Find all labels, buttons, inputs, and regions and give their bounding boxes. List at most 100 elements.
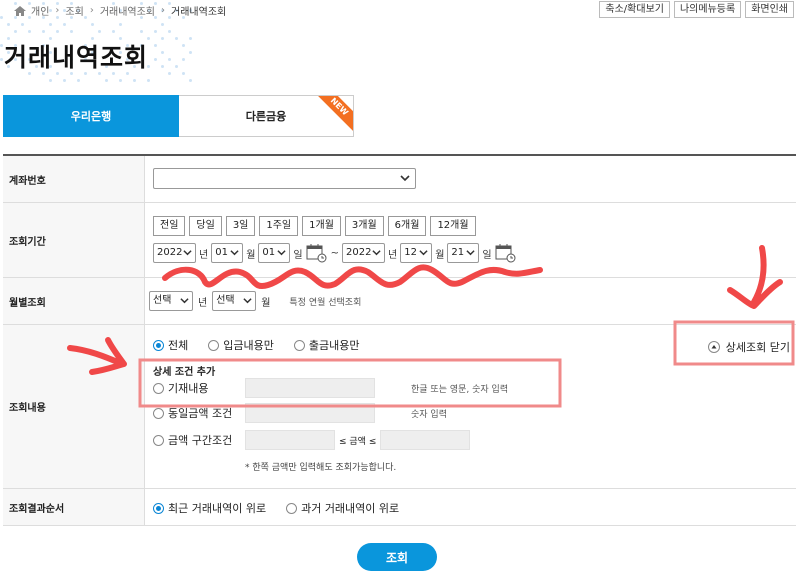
home-icon[interactable]: [14, 6, 26, 16]
chevron-down-icon: [372, 248, 381, 257]
decoration-dot: [168, 58, 171, 61]
account-row: 계좌번호: [3, 156, 796, 203]
radio-withdrawal-only[interactable]: 출금내용만: [294, 337, 360, 353]
decoration-dot: [161, 37, 164, 40]
from-day-select[interactable]: 01: [258, 243, 290, 263]
from-year-select[interactable]: 2022: [153, 243, 196, 263]
period-button-6months[interactable]: 6개월: [388, 216, 427, 236]
tab-other-finance[interactable]: 다른금융 NEW: [179, 95, 354, 137]
from-month-select[interactable]: 01: [211, 243, 243, 263]
month-unit: 월: [261, 294, 270, 309]
unit-day: 일: [482, 246, 491, 261]
radio-same-amount[interactable]: 동일금액 조건: [153, 405, 245, 421]
unit-month: 월: [435, 246, 444, 261]
radio-button[interactable]: [153, 383, 164, 394]
range-mid-label: ≤ 금액 ≤: [339, 434, 376, 447]
period-button-1month[interactable]: 1개월: [302, 216, 341, 236]
radio-button[interactable]: [208, 340, 219, 351]
order-radio-group: 최근 거래내역이 위로 과거 거래내역이 위로: [153, 500, 399, 516]
radio-button[interactable]: [153, 503, 164, 514]
decoration-dot: [0, 58, 3, 61]
same-amount-condition: 동일금액 조건 숫자 입력: [153, 403, 447, 423]
unit-day: 일: [293, 246, 302, 261]
top-utility-buttons: 축소/확대보기 나의메뉴등록 화면인쇄: [599, 1, 794, 18]
decoration-dot: [63, 79, 66, 82]
radio-all[interactable]: 전체: [153, 337, 188, 353]
decoration-dot: [77, 79, 80, 82]
period-button-1week[interactable]: 1주일: [259, 216, 298, 236]
chevron-down-icon: [230, 248, 239, 257]
range-note: * 한쪽 금액만 입력해도 조회가능합니다.: [245, 460, 396, 473]
range-min-input[interactable]: [245, 430, 335, 450]
month-select[interactable]: 선택: [212, 291, 256, 311]
calendar-icon[interactable]: [306, 243, 328, 263]
period-button-prev-day[interactable]: 전일: [153, 216, 185, 236]
radio-button[interactable]: [153, 408, 164, 419]
from-day-value: 01: [262, 247, 275, 258]
year-select[interactable]: 선택: [149, 291, 193, 311]
breadcrumb-item[interactable]: 개인: [31, 3, 49, 18]
search-form: 계좌번호 조회기간 월별조회 선택 년 선택 월 특정 연월 선택조회 조회내용: [3, 154, 796, 526]
tab-label: 우리은행: [71, 108, 111, 124]
tab-woori-bank[interactable]: 우리은행: [3, 95, 179, 137]
radio-button[interactable]: [286, 503, 297, 514]
chevron-right-icon: ›: [55, 5, 59, 16]
bank-tabs: 우리은행 다른금융 NEW: [3, 95, 354, 137]
period-button-3months[interactable]: 3개월: [345, 216, 384, 236]
date-range: 2022 년 01 월 01 일 ~ 2022 년 12 월 21 일: [153, 243, 517, 263]
to-month-select[interactable]: 12: [400, 243, 432, 263]
calendar-icon[interactable]: [495, 243, 517, 263]
decoration-dot: [28, 30, 31, 33]
chevron-down-icon: [183, 248, 192, 257]
decoration-dot: [49, 23, 52, 26]
breadcrumb-current: 거래내역조회: [171, 3, 226, 18]
decoration-dot: [168, 30, 171, 33]
detail-sub-title: 상세 조건 추가: [153, 363, 215, 378]
decoration-dot: [105, 79, 108, 82]
chevron-down-icon: [466, 248, 475, 257]
period-button-today[interactable]: 당일: [189, 216, 221, 236]
radio-recent-first[interactable]: 최근 거래내역이 위로: [153, 500, 266, 516]
memo-input[interactable]: [245, 378, 375, 398]
unit-year: 년: [199, 246, 208, 261]
decoration-dot: [189, 79, 192, 82]
decoration-dot: [42, 30, 45, 33]
radio-button[interactable]: [294, 340, 305, 351]
tab-label: 다른금융: [246, 108, 286, 124]
decoration-dot: [91, 23, 94, 26]
detail-close-toggle[interactable]: 상세조회 닫기: [708, 339, 790, 355]
breadcrumb-item[interactable]: 조회: [65, 3, 83, 18]
range-max-input[interactable]: [380, 430, 470, 450]
decoration-dot: [49, 79, 52, 82]
period-button-3days[interactable]: 3일: [226, 216, 256, 236]
period-button-12months[interactable]: 12개월: [430, 216, 475, 236]
to-year-select[interactable]: 2022: [342, 243, 385, 263]
decoration-dot: [112, 30, 115, 33]
monthly-row: 월별조회 선택 년 선택 월 특정 연월 선택조회: [3, 278, 796, 325]
decoration-dot: [168, 72, 171, 75]
radio-memo[interactable]: 기재내용: [153, 380, 245, 396]
same-amount-input[interactable]: [245, 403, 375, 423]
year-select-value: 선택: [153, 295, 171, 306]
radio-deposit-only[interactable]: 입금내용만: [208, 337, 274, 353]
detail-label: 조회내용: [3, 325, 145, 488]
radio-button[interactable]: [153, 435, 164, 446]
to-day-select[interactable]: 21: [447, 243, 479, 263]
radio-label: 전체: [168, 337, 188, 353]
radio-amount-range[interactable]: 금액 구간조건: [153, 432, 245, 448]
decoration-dot: [7, 23, 10, 26]
memo-condition: 기재내용 한글 또는 영문, 숫자 입력: [153, 378, 508, 398]
search-button[interactable]: 조회: [357, 543, 437, 571]
memo-hint: 한글 또는 영문, 숫자 입력: [411, 382, 508, 395]
period-label: 조회기간: [3, 203, 145, 277]
radio-label: 입금내용만: [223, 337, 274, 353]
radio-oldest-first[interactable]: 과거 거래내역이 위로: [286, 500, 399, 516]
add-my-menu-button[interactable]: 나의메뉴등록: [674, 1, 741, 18]
breadcrumb-item[interactable]: 거래내역조회: [100, 3, 155, 18]
radio-button[interactable]: [153, 340, 164, 351]
year-unit: 년: [198, 294, 207, 309]
decoration-dot: [189, 37, 192, 40]
zoom-button[interactable]: 축소/확대보기: [599, 1, 670, 18]
account-select[interactable]: [153, 168, 416, 189]
print-button[interactable]: 화면인쇄: [745, 1, 794, 18]
